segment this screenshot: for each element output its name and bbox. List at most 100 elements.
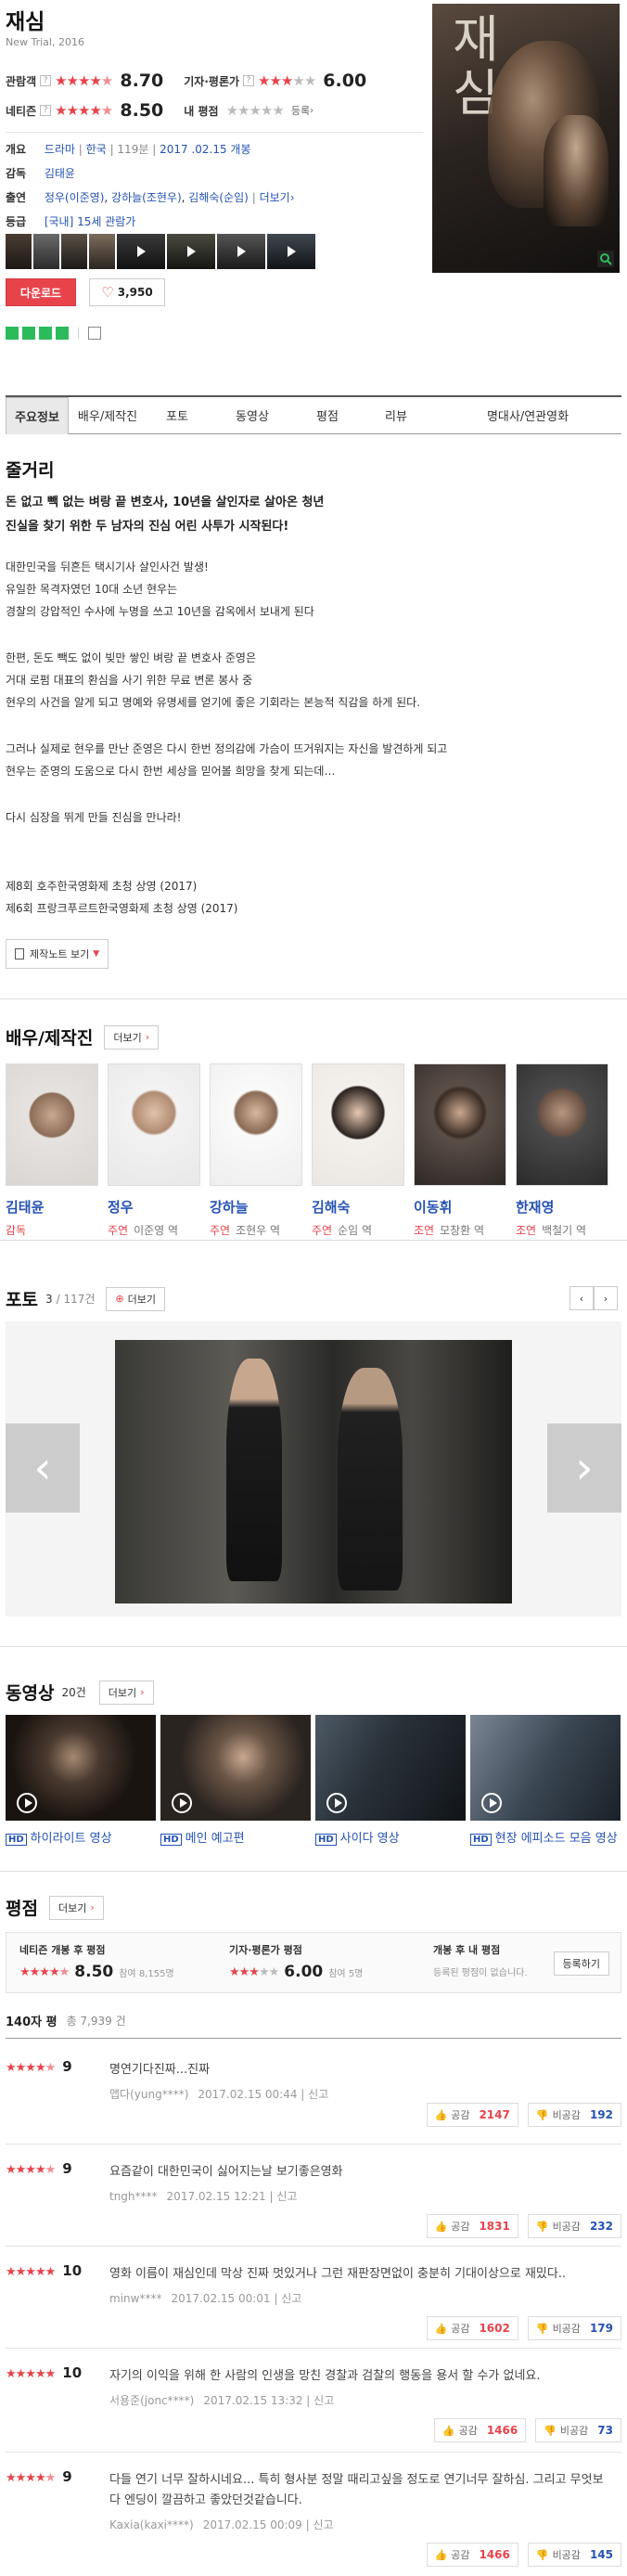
download-button[interactable]: 다운로드 <box>6 278 76 306</box>
cast-photo[interactable] <box>516 1063 608 1186</box>
review-user[interactable]: Kaxia(kaxi****) <box>109 2518 194 2531</box>
help-icon[interactable]: ? <box>243 75 255 86</box>
agree-button[interactable]: 👍 공감 1831 <box>426 2214 518 2238</box>
disagree-button[interactable]: 👎 비공감 179 <box>527 2316 621 2340</box>
video-title[interactable]: 하이라이트 영상 <box>31 1832 112 1846</box>
register-rating-button[interactable]: 등록하기 <box>553 1951 609 1976</box>
video-thumb[interactable] <box>315 1715 466 1821</box>
report-link[interactable]: 신고 <box>308 2088 328 2101</box>
video-title[interactable]: 현장 에피소드 모음 영상 <box>495 1832 618 1846</box>
photo-main[interactable] <box>115 1340 512 1604</box>
tab-quotes[interactable]: 명대사/연관영화 <box>434 397 621 434</box>
report-link[interactable]: 신고 <box>276 2190 297 2203</box>
report-link[interactable]: 신고 <box>281 2292 301 2305</box>
blog-share-icon[interactable] <box>6 327 19 340</box>
grade-link[interactable]: [국내] 15세 관람가 <box>45 215 136 228</box>
cast-photo[interactable] <box>312 1063 404 1186</box>
review-user[interactable]: 서용준(jonc****) <box>109 2394 194 2407</box>
tab-main-info[interactable]: 주요정보 <box>6 397 69 434</box>
video-item[interactable]: HD 현장 에피소드 모음 영상 <box>470 1715 621 1846</box>
cast-member[interactable]: 이동휘 조연 모창환 역 <box>414 1063 510 1238</box>
thumb-photo[interactable] <box>33 234 59 269</box>
cast-name[interactable]: 김해숙 <box>312 1197 408 1217</box>
cast-member[interactable]: 정우 주연 이준영 역 <box>108 1063 204 1238</box>
genre-link[interactable]: 드라마 <box>45 143 75 156</box>
thumb-photo[interactable] <box>89 234 115 269</box>
thumb-photo[interactable] <box>61 234 87 269</box>
band-share-icon[interactable] <box>22 327 35 340</box>
agree-button[interactable]: 👍 공감 1466 <box>426 2543 518 2567</box>
photo-next-arrow[interactable]: › <box>547 1423 621 1513</box>
disagree-button[interactable]: 👎 비공감 192 <box>527 2103 621 2127</box>
country-link[interactable]: 한국 <box>86 143 107 156</box>
production-note-button[interactable]: 제작노트 보기 ▼ <box>6 939 109 969</box>
story-line: 현우는 준영의 도움으로 다시 한번 세상을 믿어볼 희망을 찾게 되는데… <box>6 765 336 778</box>
register-link[interactable]: 등록 <box>291 103 310 118</box>
cast-link[interactable]: 강하늘(조현우) <box>111 191 182 204</box>
help-icon[interactable]: ? <box>40 75 52 86</box>
release-date[interactable]: 2017 .02.15 개봉 <box>160 143 250 156</box>
video-thumb[interactable] <box>6 1715 156 1821</box>
cast-more-button[interactable]: 더보기 › <box>104 1024 160 1050</box>
help-icon[interactable]: ? <box>40 105 52 116</box>
photo-next-button[interactable]: › <box>594 1286 618 1310</box>
video-more-button[interactable]: 더보기 › <box>98 1680 154 1705</box>
agree-button[interactable]: 👍 공감 2147 <box>426 2103 518 2127</box>
tab-video[interactable]: 동영상 <box>208 397 297 434</box>
review-user[interactable]: minw**** <box>109 2292 161 2305</box>
agree-button[interactable]: 👍 공감 1466 <box>433 2418 527 2442</box>
photo-more-button[interactable]: ⊕ 더보기 <box>106 1286 166 1311</box>
review-user[interactable]: 앱다(yung****) <box>109 2088 188 2101</box>
cast-photo[interactable] <box>6 1063 98 1186</box>
director-link[interactable]: 김태윤 <box>45 167 75 180</box>
cast-photo[interactable] <box>108 1063 200 1186</box>
cast-link[interactable]: 정우(이준영) <box>45 191 105 204</box>
disagree-button[interactable]: 👎 비공감 145 <box>527 2543 621 2567</box>
thumb-photo[interactable] <box>6 234 32 269</box>
video-item[interactable]: HD 하이라이트 영상 <box>6 1715 156 1846</box>
cast-name[interactable]: 강하늘 <box>210 1197 306 1217</box>
cast-name[interactable]: 이동휘 <box>414 1197 510 1217</box>
disagree-button[interactable]: 👎 비공감 232 <box>527 2214 621 2238</box>
video-title[interactable]: 사이다 영상 <box>340 1832 400 1846</box>
video-thumb[interactable] <box>470 1715 621 1821</box>
cast-member[interactable]: 강하늘 주연 조현우 역 <box>210 1063 306 1238</box>
share-icon[interactable] <box>88 327 101 340</box>
photo-prev-button[interactable]: ‹ <box>569 1286 594 1310</box>
tab-photo[interactable]: 포토 <box>147 397 208 434</box>
cast-member[interactable]: 김태윤 감독 <box>6 1063 102 1238</box>
cast-name[interactable]: 한재영 <box>516 1197 612 1217</box>
poster-image[interactable]: 재심 <box>432 4 620 273</box>
my-rating-stars[interactable]: ★★★★★ <box>226 102 285 119</box>
zoom-icon[interactable] <box>597 251 614 267</box>
review-user[interactable]: tngh**** <box>109 2190 158 2203</box>
tab-cast[interactable]: 배우/제작진 <box>69 397 147 434</box>
report-link[interactable]: 신고 <box>313 2518 333 2531</box>
video-item[interactable]: HD 메인 예고편 <box>160 1715 311 1846</box>
thumb-video[interactable] <box>217 234 265 269</box>
video-item[interactable]: HD 사이다 영상 <box>315 1715 466 1846</box>
agree-button[interactable]: 👍 공감 1602 <box>426 2316 518 2340</box>
cast-member[interactable]: 김해숙 주연 순임 역 <box>312 1063 408 1238</box>
rating-more-button[interactable]: 더보기 › <box>48 1895 104 1920</box>
thumb-video[interactable] <box>117 234 165 269</box>
video-thumb[interactable] <box>160 1715 311 1821</box>
thumb-video[interactable] <box>167 234 215 269</box>
like-button[interactable]: ♡ 3,950 <box>89 278 165 306</box>
thumb-video[interactable] <box>267 234 315 269</box>
cast-link[interactable]: 김해숙(순임) <box>188 191 249 204</box>
disagree-button[interactable]: 👎 비공감 73 <box>535 2418 621 2442</box>
line-share-icon[interactable] <box>56 327 69 340</box>
tab-review[interactable]: 리뷰 <box>358 397 434 434</box>
video-title[interactable]: 메인 예고편 <box>186 1832 245 1846</box>
tab-rating[interactable]: 평점 <box>297 397 358 434</box>
report-link[interactable]: 신고 <box>314 2394 334 2407</box>
cast-member[interactable]: 한재영 조연 백철기 역 <box>516 1063 612 1238</box>
photo-prev-arrow[interactable]: ‹ <box>6 1423 80 1513</box>
cast-name[interactable]: 김태윤 <box>6 1197 102 1217</box>
cafe-share-icon[interactable] <box>39 327 52 340</box>
cast-photo[interactable] <box>414 1063 506 1186</box>
cast-more-link[interactable]: 더보기 <box>260 191 290 204</box>
cast-name[interactable]: 정우 <box>108 1197 204 1217</box>
cast-photo[interactable] <box>210 1063 302 1186</box>
